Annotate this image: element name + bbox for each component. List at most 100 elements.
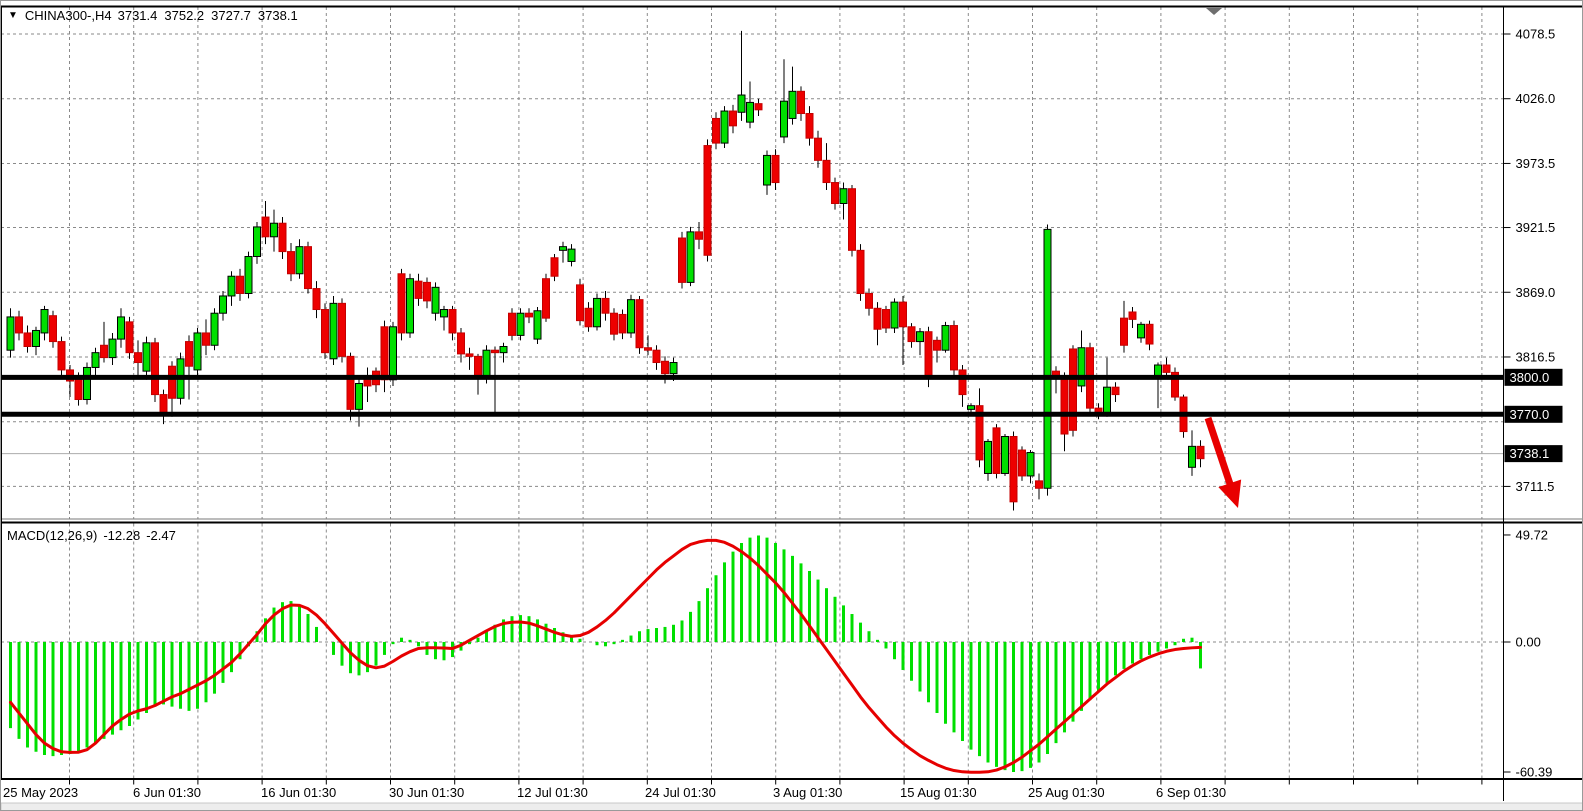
bearish-candle[interactable]: [679, 238, 686, 282]
bearish-candle[interactable]: [160, 395, 167, 415]
bearish-candle[interactable]: [934, 340, 941, 350]
bearish-candle[interactable]: [1112, 387, 1119, 394]
bearish-candle[interactable]: [381, 327, 388, 380]
bearish-candle[interactable]: [169, 366, 176, 398]
bearish-candle[interactable]: [1197, 446, 1204, 458]
bullish-candle[interactable]: [220, 296, 227, 313]
bearish-candle[interactable]: [50, 316, 57, 342]
bullish-candle[interactable]: [917, 332, 924, 342]
bearish-candle[interactable]: [585, 308, 592, 326]
symbol-dropdown-icon[interactable]: ▼: [8, 10, 18, 21]
bearish-candle[interactable]: [704, 146, 711, 256]
bearish-candle[interactable]: [1019, 450, 1026, 476]
bullish-candle[interactable]: [1078, 348, 1085, 386]
bearish-candle[interactable]: [1036, 481, 1043, 488]
bearish-candle[interactable]: [713, 118, 720, 143]
bullish-candle[interactable]: [721, 111, 728, 143]
bullish-candle[interactable]: [738, 95, 745, 112]
bullish-candle[interactable]: [670, 363, 677, 374]
bearish-candle[interactable]: [636, 300, 643, 348]
bearish-candle[interactable]: [832, 183, 839, 204]
bullish-candle[interactable]: [441, 310, 448, 317]
bearish-candle[interactable]: [135, 353, 142, 363]
bullish-candle[interactable]: [628, 300, 635, 333]
bullish-candle[interactable]: [109, 339, 116, 357]
bearish-candle[interactable]: [16, 317, 23, 333]
bullish-candle[interactable]: [764, 155, 771, 185]
bullish-candle[interactable]: [1155, 365, 1162, 376]
bearish-candle[interactable]: [823, 160, 830, 182]
bullish-candle[interactable]: [271, 223, 278, 237]
bearish-candle[interactable]: [696, 232, 703, 239]
bullish-candle[interactable]: [1138, 324, 1145, 338]
bullish-candle[interactable]: [296, 247, 303, 274]
bearish-candle[interactable]: [24, 333, 31, 347]
bullish-candle[interactable]: [356, 383, 363, 409]
bearish-candle[interactable]: [798, 91, 805, 113]
bearish-candle[interactable]: [262, 217, 269, 237]
bullish-candle[interactable]: [560, 247, 567, 251]
bearish-candle[interactable]: [951, 326, 958, 370]
bearish-candle[interactable]: [288, 252, 295, 274]
bullish-candle[interactable]: [1027, 453, 1034, 476]
bearish-candle[interactable]: [458, 333, 465, 354]
bullish-candle[interactable]: [517, 313, 524, 335]
bearish-candle[interactable]: [101, 345, 108, 357]
bearish-candle[interactable]: [126, 322, 133, 353]
bearish-candle[interactable]: [874, 308, 881, 329]
bearish-candle[interactable]: [543, 279, 550, 318]
bearish-candle[interactable]: [730, 111, 737, 126]
bearish-candle[interactable]: [347, 356, 354, 409]
bullish-candle[interactable]: [92, 353, 99, 368]
bullish-candle[interactable]: [390, 327, 397, 380]
bullish-candle[interactable]: [228, 276, 235, 296]
bearish-candle[interactable]: [662, 361, 669, 373]
bearish-candle[interactable]: [152, 343, 159, 395]
bearish-candle[interactable]: [1070, 349, 1077, 430]
bearish-candle[interactable]: [466, 354, 473, 356]
bearish-candle[interactable]: [415, 281, 422, 298]
bullish-candle[interactable]: [84, 367, 91, 399]
bearish-candle[interactable]: [1146, 324, 1153, 344]
bearish-candle[interactable]: [279, 223, 286, 251]
bearish-candle[interactable]: [58, 342, 65, 370]
chart-canvas[interactable]: 4078.54026.03973.53921.53869.03816.53711…: [1, 1, 1583, 811]
bearish-candle[interactable]: [959, 370, 966, 395]
bearish-candle[interactable]: [611, 313, 618, 334]
bearish-candle[interactable]: [475, 356, 482, 376]
bearish-candle[interactable]: [772, 155, 779, 182]
bearish-candle[interactable]: [815, 138, 822, 160]
bearish-candle[interactable]: [883, 310, 890, 328]
scrollbar-track[interactable]: [1, 803, 1583, 811]
bearish-candle[interactable]: [1121, 318, 1128, 345]
bullish-candle[interactable]: [891, 302, 898, 328]
bullish-candle[interactable]: [594, 298, 601, 326]
bearish-candle[interactable]: [305, 247, 312, 289]
bullish-candle[interactable]: [407, 279, 414, 333]
bullish-candle[interactable]: [483, 350, 490, 376]
bullish-candle[interactable]: [687, 232, 694, 283]
bullish-candle[interactable]: [118, 317, 125, 339]
bearish-candle[interactable]: [424, 282, 431, 300]
bullish-candle[interactable]: [968, 406, 975, 410]
bullish-candle[interactable]: [568, 249, 575, 261]
bearish-candle[interactable]: [577, 285, 584, 321]
bullish-candle[interactable]: [1044, 229, 1051, 488]
bearish-candle[interactable]: [339, 303, 346, 356]
bearish-candle[interactable]: [237, 276, 244, 293]
bearish-candle[interactable]: [619, 314, 626, 332]
bullish-candle[interactable]: [211, 313, 218, 345]
bullish-candle[interactable]: [985, 441, 992, 473]
bearish-candle[interactable]: [186, 342, 193, 367]
bullish-candle[interactable]: [789, 91, 796, 118]
bearish-candle[interactable]: [755, 104, 762, 110]
bearish-candle[interactable]: [1061, 377, 1068, 434]
bearish-candle[interactable]: [645, 348, 652, 350]
bearish-candle[interactable]: [551, 258, 558, 276]
bullish-candle[interactable]: [500, 346, 507, 352]
bearish-candle[interactable]: [509, 313, 516, 335]
bearish-candle[interactable]: [492, 350, 499, 352]
bullish-candle[interactable]: [1104, 387, 1111, 413]
bearish-candle[interactable]: [866, 293, 873, 308]
bearish-candle[interactable]: [653, 350, 660, 362]
